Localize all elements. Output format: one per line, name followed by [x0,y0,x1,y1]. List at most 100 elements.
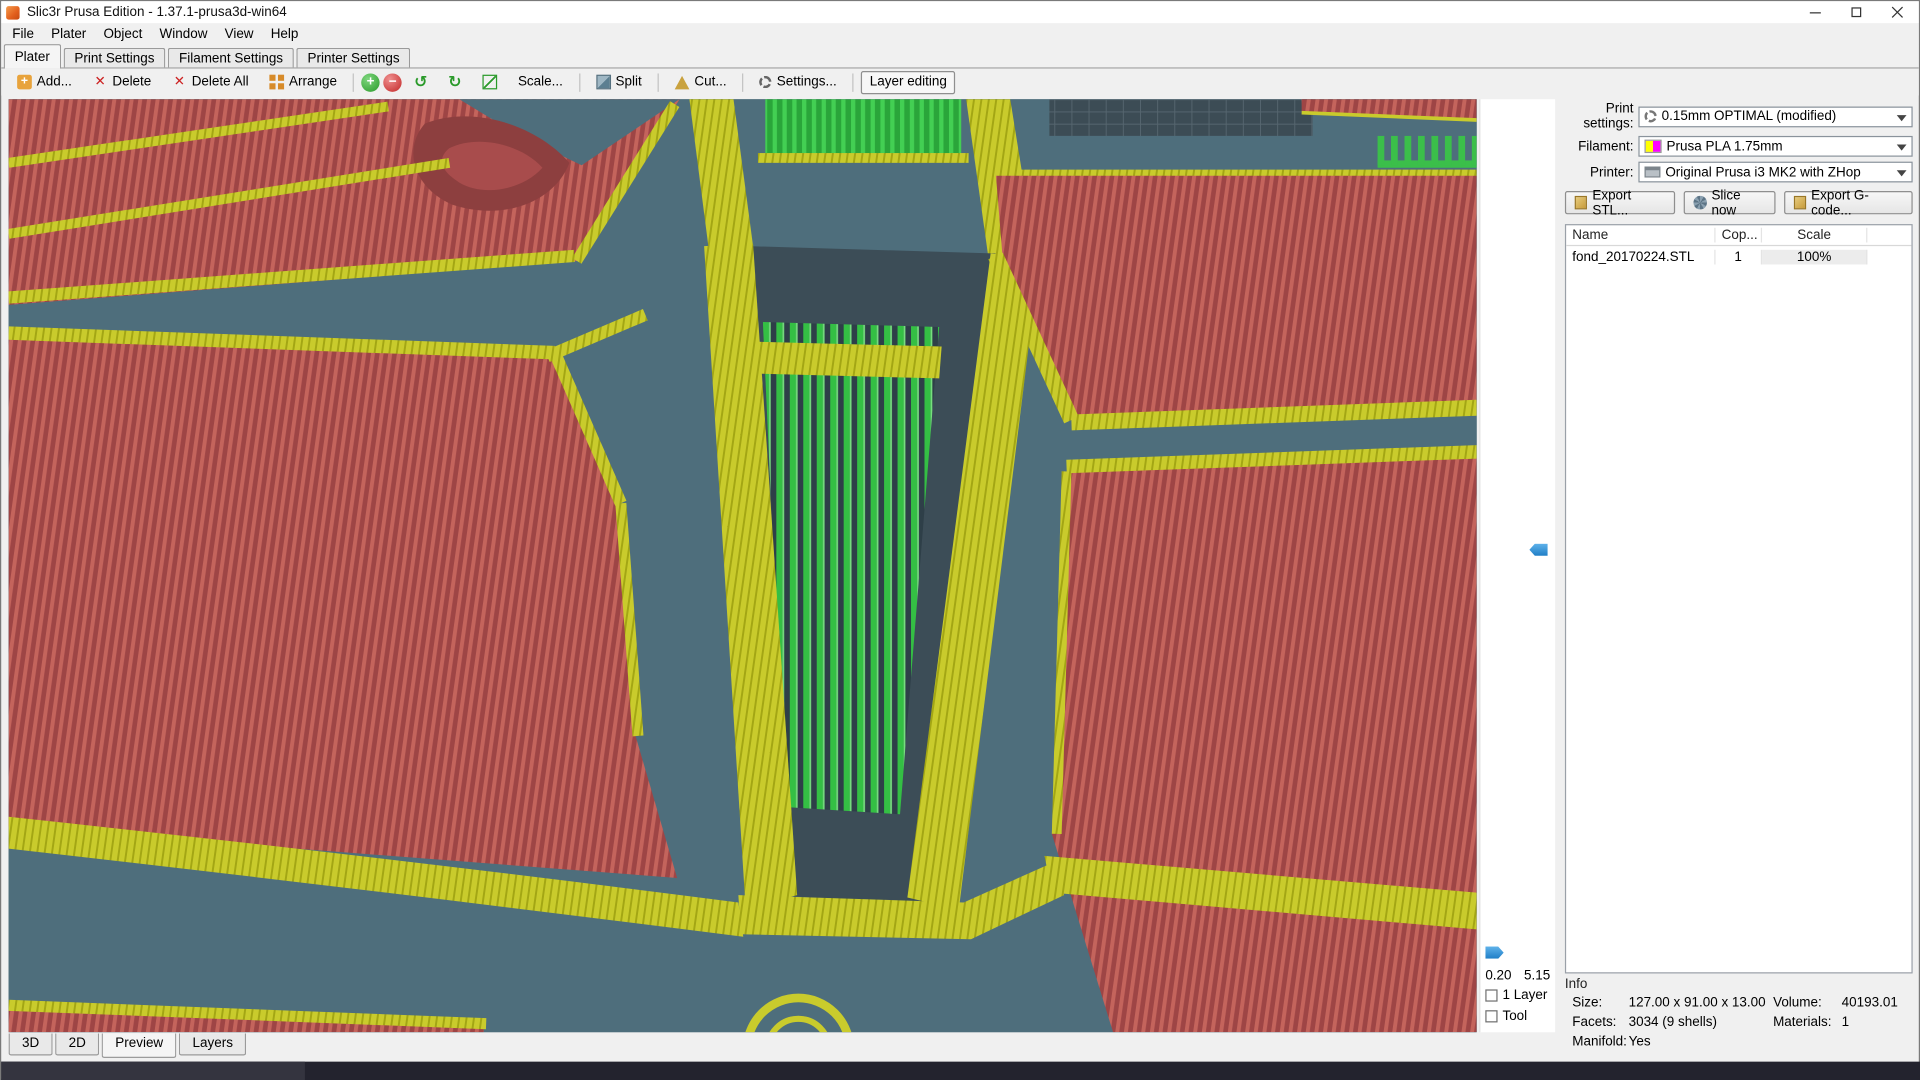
layer-editing-label: Layer editing [869,74,947,90]
window-title: Slic3r Prusa Edition - 1.37.1-prusa3d-wi… [26,4,287,20]
split-button[interactable]: Split [587,70,650,93]
rotate-ccw-button[interactable]: ↺ [406,70,436,93]
left-region [8,309,678,878]
column-scale: Scale [1762,227,1868,243]
tab-3d[interactable]: 3D [8,1033,53,1056]
tool-checkbox[interactable] [1485,1010,1498,1023]
close-button[interactable] [1877,1,1919,23]
increase-copies-button[interactable]: + [361,72,380,92]
window-controls [1794,1,1919,23]
decrease-copies-button[interactable]: − [383,72,402,92]
arrange-icon [269,74,285,90]
filament-row: Filament: Prusa PLA 1.75mm [1565,135,1913,157]
menu-help[interactable]: Help [262,25,307,42]
print-settings-gear-icon [1644,110,1657,123]
top-right-region [988,169,1477,431]
maximize-icon [1851,7,1862,18]
menu-plater[interactable]: Plater [43,25,95,42]
tool-option[interactable]: Tool [1485,1009,1527,1024]
tab-print-settings[interactable]: Print Settings [63,47,166,69]
object-name-cell: fond_20170224.STL [1566,249,1716,264]
print-settings-value: 0.15mm OPTIMAL (modified) [1661,108,1837,124]
title-bar: Slic3r Prusa Edition - 1.37.1-prusa3d-wi… [1,1,1919,24]
menu-object[interactable]: Object [95,25,151,42]
manifold-value: Yes [1628,1034,1651,1050]
add-label: Add... [36,74,72,90]
layer-slider-handle-bottom[interactable] [1485,946,1504,959]
column-name: Name [1566,227,1716,243]
tool-label: Tool [1502,1008,1528,1024]
object-settings-button[interactable]: Settings... [751,70,845,93]
menu-file[interactable]: File [4,25,43,42]
layer-slider-values: 0.20 5.15 [1485,969,1550,984]
slice-now-icon [1693,195,1707,210]
preview-canvas[interactable] [8,99,1477,1033]
export-stl-button[interactable]: Export STL... [1564,187,1676,218]
toolbar: + Add... ✕ Delete ✕ Delete All Arrange +… [1,68,1919,96]
toolbar-separator [352,72,355,92]
chevron-down-icon [1896,144,1907,151]
export-gcode-button[interactable]: Export G-code... [1783,187,1913,218]
tab-filament-settings[interactable]: Filament Settings [167,47,295,69]
tab-2d[interactable]: 2D [55,1033,100,1056]
scale-icon-button[interactable] [474,70,506,93]
os-taskbar[interactable] [1,1061,1920,1080]
delete-all-label: Delete All [191,74,249,90]
action-buttons: Export STL... Slice now Export G-code... [1564,187,1913,218]
rotate-cw-button[interactable]: ↻ [440,70,470,93]
tab-preview[interactable]: Preview [101,1033,177,1058]
delete-all-button[interactable]: ✕ Delete All [164,70,258,93]
toolbar-separator [852,72,854,92]
minimize-button[interactable] [1794,1,1836,23]
chevron-down-icon [1896,170,1907,177]
size-value: 127.00 x 91.00 x 13.00 [1628,995,1766,1011]
printer-value: Original Prusa i3 MK2 with ZHop [1665,164,1861,180]
tab-plater[interactable]: Plater [3,44,61,69]
view-tab-bar: 3D 2D Preview Layers [8,1033,249,1058]
add-button[interactable]: + Add... [9,70,81,93]
cut-button[interactable]: Cut... [666,70,735,93]
slice-now-label: Slice now [1711,187,1741,218]
layer-slider-handle-top[interactable] [1529,543,1548,556]
object-list: Name Cop... Scale fond_20170224.STL 1 10… [1564,224,1913,974]
delete-icon: ✕ [94,74,106,89]
arrange-button[interactable]: Arrange [261,70,346,93]
scale-icon [482,74,498,90]
delete-button[interactable]: ✕ Delete [84,70,160,93]
printer-select[interactable]: Original Prusa i3 MK2 with ZHop [1638,161,1913,183]
export-stl-icon [1574,195,1588,210]
toolbar-separator [578,72,581,92]
maximize-button[interactable] [1836,1,1878,23]
layer-editing-button[interactable]: Layer editing [861,70,956,94]
one-layer-checkbox[interactable] [1485,989,1498,1002]
menu-view[interactable]: View [216,25,262,42]
volume-label: Volume: [1773,995,1822,1011]
minimize-icon [1809,11,1821,13]
menu-window[interactable]: Window [151,25,216,42]
export-gcode-label: Export G-code... [1811,187,1869,218]
materials-label: Materials: [1773,1015,1832,1030]
toolbar-separator [657,72,659,92]
print-settings-select[interactable]: 0.15mm OPTIMAL (modified) [1638,105,1913,127]
export-stl-label: Export STL... [1592,187,1632,218]
filament-select[interactable]: Prusa PLA 1.75mm [1638,135,1913,157]
scale-button[interactable]: Scale... [509,70,571,93]
settings-label: Settings... [776,74,837,90]
sliced-model-render [8,99,1477,1033]
tab-layers[interactable]: Layers [179,1033,247,1056]
one-layer-option[interactable]: 1 Layer [1485,988,1547,1003]
print-settings-label: Print settings: [1583,101,1634,132]
export-gcode-icon [1793,195,1807,210]
cut-label: Cut... [694,74,727,90]
arrange-label: Arrange [289,74,337,90]
object-copies-cell: 1 [1716,249,1763,264]
tab-printer-settings[interactable]: Printer Settings [296,47,411,69]
layer-min-value: 0.20 [1485,968,1512,984]
table-row[interactable]: fond_20170224.STL 1 100% [1566,246,1911,267]
printer-row: Printer: Original Prusa i3 MK2 with ZHop [1565,161,1913,183]
slice-now-button[interactable]: Slice now [1684,187,1776,218]
settings-tab-bar: Plater Print Settings Filament Settings … [1,44,1919,69]
menu-bar: File Plater Object Window View Help [1,23,1919,45]
filament-label: Filament: [1578,138,1634,154]
object-scale-cell: 100% [1762,249,1868,264]
